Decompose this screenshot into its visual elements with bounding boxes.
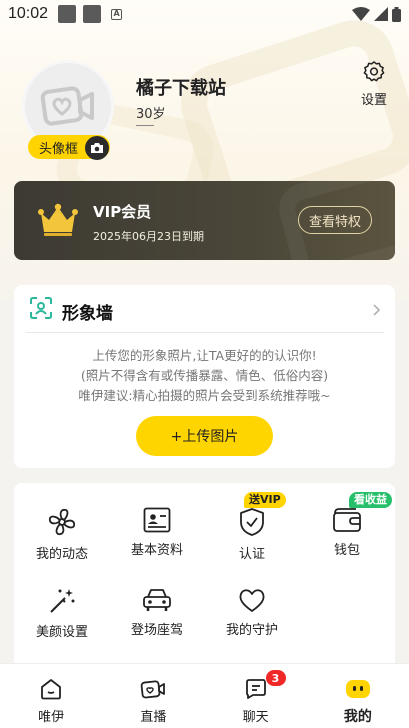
portrait-scan-icon <box>30 297 52 319</box>
nav-label: 直播 <box>140 710 167 725</box>
id-card-icon <box>143 507 171 533</box>
image-wall-card: 形象墙 上传您的形象照片,让TA更好的的认识你! (照片不得含有或传播暴露、情色… <box>14 285 395 468</box>
magic-wand-icon <box>50 589 75 613</box>
unread-count-badge: 3 <box>264 669 287 687</box>
description-line: (照片不得含有或传播暴露、情色、低俗内容) <box>80 368 329 383</box>
username: 橘子下载站 <box>136 78 226 99</box>
nav-live[interactable]: 直播 <box>102 664 204 728</box>
vip-card[interactable]: VIP会员 2025年06月23日到期 查看特权 <box>14 181 395 260</box>
feature-basic-info[interactable]: 基本资料 <box>112 483 202 558</box>
battery-icon <box>392 6 401 22</box>
feature-label: 美颜设置 <box>35 625 88 640</box>
view-privileges-button[interactable]: 查看特权 <box>298 206 372 234</box>
shield-check-icon <box>240 508 264 536</box>
feature-entrance-car[interactable]: 登场座驾 <box>112 563 202 638</box>
gear-icon <box>363 61 385 82</box>
feature-my-moments[interactable]: 我的动态 <box>17 483 107 562</box>
user-age: 30岁 <box>136 107 166 122</box>
settings-button[interactable]: 设置 <box>356 60 392 108</box>
avatar-placeholder-icon <box>40 86 94 126</box>
nav-label: 唯伊 <box>38 710 65 725</box>
home-icon <box>41 679 62 700</box>
crown-icon <box>38 203 78 236</box>
vip-title: VIP会员 <box>93 203 152 221</box>
feature-label: 我的动态 <box>35 547 88 562</box>
divider <box>136 125 154 126</box>
nav-label: 聊天 <box>242 710 269 725</box>
feature-beauty-settings[interactable]: 美颜设置 <box>17 563 107 640</box>
feature-label: 钱包 <box>333 543 360 558</box>
fan-icon <box>48 508 76 536</box>
bottom-nav: 唯伊 直播 聊天 3 我的 <box>0 663 409 728</box>
change-avatar-button[interactable] <box>85 136 109 160</box>
live-icon <box>141 680 166 699</box>
vip-expire-date: 2025年06月23日到期 <box>93 230 204 243</box>
nav-home[interactable]: 唯伊 <box>0 664 102 728</box>
status-time: 10:02 <box>8 5 49 22</box>
feature-grid: 我的动态 基本资料 认证 钱包 美颜设置 登场座驾 我的守护 <box>14 483 395 673</box>
car-icon <box>143 589 171 611</box>
notification-icon <box>83 5 102 23</box>
chevron-right-icon[interactable] <box>373 301 381 320</box>
description-line: 唯伊建议:精心拍摄的照片会受到系统推荐哦~ <box>78 388 331 403</box>
nav-chat[interactable]: 聊天 3 <box>205 664 307 728</box>
settings-label: 设置 <box>360 93 387 108</box>
feature-label: 基本资料 <box>130 543 183 558</box>
wifi-icon <box>352 7 370 21</box>
avatar-frame-label: 头像框 <box>39 141 79 157</box>
view-earnings-badge: 看收益 <box>349 492 392 508</box>
feature-label: 登场座驾 <box>130 623 183 638</box>
wallet-icon <box>333 508 361 532</box>
upload-image-button[interactable]: +上传图片 <box>136 416 273 456</box>
image-wall-title: 形象墙 <box>62 304 113 324</box>
description-line: 上传您的形象照片,让TA更好的的认识你! <box>92 348 317 363</box>
nav-me[interactable]: 我的 <box>307 664 409 728</box>
image-wall-description: 上传您的形象照片,让TA更好的的认识你! (照片不得含有或传播暴露、情色、低俗内… <box>14 346 395 406</box>
feature-my-guardian[interactable]: 我的守护 <box>207 563 297 638</box>
gift-vip-badge: 送VIP <box>244 492 286 508</box>
notification-a-icon: A <box>111 8 123 20</box>
feature-label: 认证 <box>238 547 265 562</box>
heart-icon <box>239 589 265 612</box>
notification-icon <box>58 5 77 23</box>
feature-label: 我的守护 <box>225 623 278 638</box>
chat-icon <box>245 679 266 699</box>
signal-icon <box>374 7 388 21</box>
status-bar: 10:02 A <box>0 0 409 28</box>
nav-label: 我的 <box>343 709 372 725</box>
me-icon <box>345 680 370 698</box>
camera-icon <box>91 143 103 153</box>
divider <box>26 332 384 333</box>
